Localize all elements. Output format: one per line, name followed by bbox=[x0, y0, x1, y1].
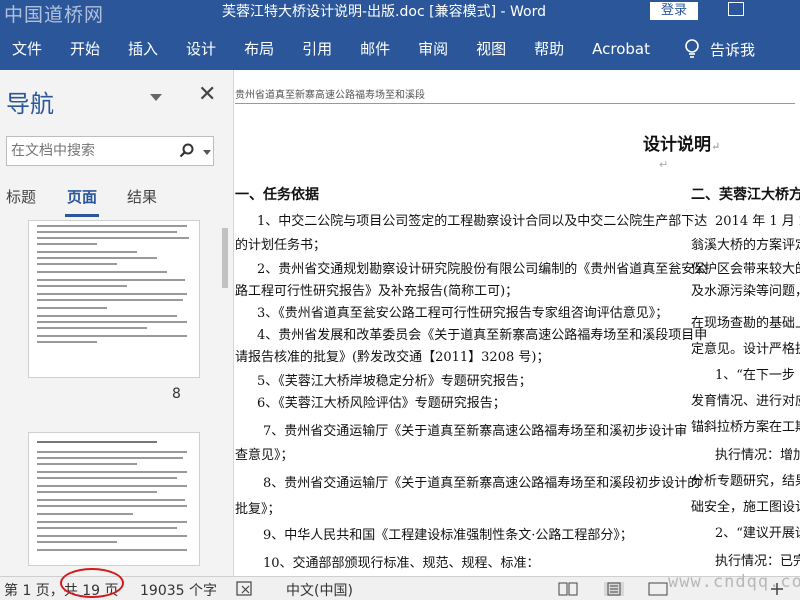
column2-line: 定意见。设计严格执 bbox=[691, 342, 800, 357]
column2-line: 在现场查勘的基础上 bbox=[691, 316, 800, 331]
paragraph-line: 4、贵州省发展和改革委员会《关于道真至新寨高速公路福寿场至和溪段项目申 bbox=[257, 328, 708, 343]
lightbulb-icon bbox=[685, 39, 699, 58]
tab-review[interactable]: 审阅 bbox=[404, 28, 462, 70]
annotation-circle bbox=[60, 568, 124, 598]
paragraph-line: 6、《芙蓉江大桥风险评估》专题研究报告； bbox=[257, 396, 506, 411]
column2-line: 础安全，施工图设计 bbox=[691, 500, 800, 515]
tab-layout[interactable]: 布局 bbox=[230, 28, 288, 70]
word-count-status[interactable]: 19035 个字 bbox=[140, 580, 217, 600]
column2-line: 分析专题研究，结果 bbox=[691, 474, 800, 489]
login-button[interactable]: 登录 bbox=[650, 2, 698, 20]
nav-pane-title: 导航 bbox=[6, 90, 54, 118]
document-heading: 设计说明↵ bbox=[643, 135, 721, 155]
restore-window-icon[interactable] bbox=[728, 2, 744, 16]
paragraph-line: 查意见》； bbox=[235, 448, 294, 463]
document-canvas[interactable]: 贵州省道真至新寨高速公路福寿场至和溪段 设计说明↵ ↵ 一、任务依据 1、中交二… bbox=[235, 70, 800, 576]
document-title: 芙蓉江特大桥设计说明-出版.doc [兼容模式] - Word bbox=[222, 4, 546, 20]
tab-help[interactable]: 帮助 bbox=[520, 28, 578, 70]
tab-home[interactable]: 开始 bbox=[56, 28, 114, 70]
watermark-logo: 中国道桥网 bbox=[4, 4, 105, 26]
nav-scrollbar-thumb[interactable] bbox=[222, 228, 228, 288]
language-status[interactable]: 中文(中国) bbox=[286, 580, 353, 600]
tab-references[interactable]: 引用 bbox=[288, 28, 346, 70]
column2-line: 发育情况、进行对应 bbox=[691, 394, 800, 409]
paragraph-line: 请报告核准的批复》(黔发改交通【2011】3208 号)； bbox=[235, 350, 550, 365]
nav-search-box bbox=[6, 136, 214, 166]
search-icon[interactable] bbox=[179, 143, 195, 159]
tab-file[interactable]: 文件 bbox=[0, 28, 56, 70]
page-header: 贵州省道真至新寨高速公路福寿场至和溪段 bbox=[235, 86, 795, 104]
tell-me-label: 告诉我 bbox=[710, 40, 756, 59]
paragraph-line: 8、贵州省交通运输厅《关于道真至新寨高速公路福寿场至和溪段初步设计的 bbox=[263, 476, 701, 491]
paragraph-line: 9、中华人民共和国《工程建设标准强制性条文·公路工程部分》； bbox=[263, 528, 633, 543]
chevron-down-icon[interactable] bbox=[150, 94, 162, 101]
column2-line: 执行情况：已完 bbox=[715, 554, 800, 569]
nav-search-input[interactable] bbox=[7, 137, 167, 165]
paragraph-line: 1、中交二公院与项目公司签定的工程勘察设计合同以及中交二公院生产部下达 bbox=[257, 214, 708, 229]
tab-acrobat[interactable]: Acrobat bbox=[578, 28, 664, 70]
column2-line: 保护区会带来较大的 bbox=[691, 262, 800, 277]
column2-line: 锚斜拉桥方案在工期 bbox=[691, 420, 800, 435]
paragraph-line: 批复》； bbox=[235, 502, 281, 517]
page-thumbnail[interactable] bbox=[28, 220, 200, 378]
column2-line: 及水源污染等问题， bbox=[691, 284, 800, 299]
ribbon-tabs: 文件 开始 插入 设计 布局 引用 邮件 审阅 视图 帮助 Acrobat 告诉… bbox=[0, 28, 800, 70]
column2-line: 翁溪大桥的方案评定 bbox=[691, 238, 800, 253]
search-options-chevron-icon[interactable] bbox=[203, 150, 211, 155]
paragraph-line: 2、贵州省交通规划勘察设计研究院股份有限公司编制的《贵州省道真至瓮安公 bbox=[257, 262, 708, 277]
tab-mailings[interactable]: 邮件 bbox=[346, 28, 404, 70]
column2-line: 2014 年 1 月 2 日 bbox=[715, 214, 800, 229]
tell-me-box[interactable]: 告诉我 bbox=[664, 39, 755, 60]
nav-tab-headings[interactable]: 标题 bbox=[6, 186, 36, 207]
close-icon[interactable]: ✕ bbox=[198, 84, 216, 106]
page-thumbnail[interactable] bbox=[28, 432, 200, 566]
nav-tabs: 标题 页面 结果 bbox=[0, 186, 234, 218]
paragraph-line: 的计划任务书； bbox=[235, 238, 327, 253]
column2-line: 1、“在下一步 bbox=[715, 368, 795, 383]
web-layout-icon[interactable] bbox=[648, 582, 668, 596]
section-heading: 一、任务依据 bbox=[235, 187, 319, 203]
column2-line: 2、“建议开展设 bbox=[715, 526, 800, 541]
title-bar: 中国道桥网 芙蓉江特大桥设计说明-出版.doc [兼容模式] - Word 登录 bbox=[0, 0, 800, 28]
print-layout-icon[interactable] bbox=[604, 582, 624, 596]
tab-insert[interactable]: 插入 bbox=[114, 28, 172, 70]
paragraph-line: 10、交通部部颁现行标准、规范、规程、标准： bbox=[263, 556, 540, 571]
paragraph-line: 路工程可行性研究报告》及补充报告(简称工可)； bbox=[235, 284, 519, 299]
paragraph-line: 3、《贵州省道真至瓮安公路工程可行性研究报告专家组咨询评估意见》； bbox=[257, 306, 669, 321]
nav-tab-pages[interactable]: 页面 bbox=[64, 186, 100, 217]
column2-line: 执行情况：增加 bbox=[715, 448, 800, 463]
paragraph-line: 7、贵州省交通运输厅《关于道真至新寨高速公路福寿场至和溪初步设计审 bbox=[263, 424, 688, 439]
proofing-icon[interactable] bbox=[236, 581, 254, 600]
paragraph-mark: ↵ bbox=[659, 158, 669, 171]
tab-design[interactable]: 设计 bbox=[172, 28, 230, 70]
nav-scrollbar[interactable] bbox=[220, 220, 230, 566]
tab-view[interactable]: 视图 bbox=[462, 28, 520, 70]
read-mode-icon[interactable] bbox=[558, 582, 578, 596]
page-thumbnail-number: 8 bbox=[172, 386, 181, 402]
watermark-url: www.cndqq.com bbox=[668, 572, 800, 592]
navigation-pane: 导航 ✕ 标题 页面 结果 8 bbox=[0, 70, 234, 576]
nav-tab-results[interactable]: 结果 bbox=[127, 186, 157, 207]
column2-line: 二、芙蓉江大桥方 bbox=[691, 187, 800, 203]
paragraph-line: 5、《芙蓉江大桥岸坡稳定分析》专题研究报告； bbox=[257, 374, 532, 389]
